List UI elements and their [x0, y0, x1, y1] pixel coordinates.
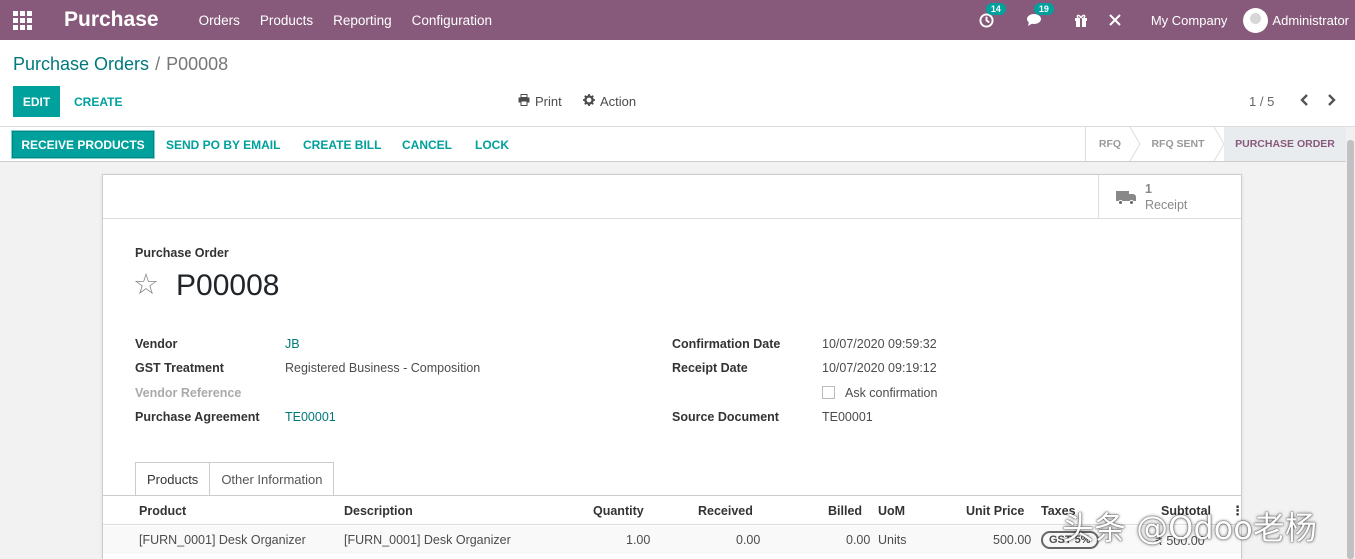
cell-received[interactable]: 0.00: [736, 533, 760, 547]
cell-unit-price[interactable]: 500.00: [993, 533, 1031, 547]
action-label: Action: [600, 94, 637, 109]
cell-quantity[interactable]: 1.00: [626, 533, 650, 547]
create-bill-button[interactable]: CREATE BILL: [303, 131, 381, 158]
receipt-date-value: 10/07/2020 09:19:12: [822, 361, 937, 375]
cell-product[interactable]: [FURN_0001] Desk Organizer: [139, 533, 306, 547]
notebook-tabs: Products Other Information: [135, 462, 335, 496]
breadcrumb-purchase-orders[interactable]: Purchase Orders: [13, 54, 149, 74]
tab-other-information[interactable]: Other Information: [209, 462, 335, 496]
breadcrumb-separator: /: [155, 54, 161, 74]
receipt-smart-button[interactable]: 1 Receipt: [1098, 175, 1241, 219]
order-reference: P00008: [176, 269, 280, 302]
print-icon: [518, 94, 530, 109]
confirmation-date-value: 10/07/2020 09:59:32: [822, 337, 937, 351]
apps-menu-icon[interactable]: [0, 0, 44, 40]
form-sheet: 1 Receipt Purchase Order ☆ P00008 Vendor…: [102, 174, 1244, 559]
page-scrollbar-thumb[interactable]: [1347, 140, 1354, 559]
cell-uom[interactable]: Units: [878, 533, 906, 547]
watermark-text: 头条 @Odoo老杨: [1062, 509, 1317, 547]
smart-button-box: 1 Receipt: [103, 175, 1241, 219]
edit-button[interactable]: EDIT: [13, 86, 60, 117]
receipt-date-label: Receipt Date: [672, 361, 748, 375]
breadcrumb-current: P00008: [166, 54, 229, 74]
lock-button[interactable]: LOCK: [475, 131, 509, 158]
pager-next-icon[interactable]: [1326, 91, 1338, 112]
cell-billed[interactable]: 0.00: [846, 533, 870, 547]
truck-icon: [1116, 189, 1136, 205]
source-document-label: Source Document: [672, 410, 779, 424]
priority-star-icon[interactable]: ☆: [133, 270, 159, 300]
cancel-button[interactable]: CANCEL: [402, 131, 452, 158]
receive-products-button[interactable]: RECEIVE PRODUCTS: [12, 131, 154, 158]
gear-icon: [583, 94, 595, 109]
column-uom[interactable]: UoM: [878, 504, 905, 518]
control-panel: Purchase Orders / P00008 EDIT CREATE Print…: [0, 40, 1355, 127]
menu-products[interactable]: Products: [260, 13, 313, 28]
column-description[interactable]: Description: [344, 504, 413, 518]
confirmation-date-label: Confirmation Date: [672, 337, 781, 351]
create-button[interactable]: CREATE: [74, 86, 122, 117]
gst-treatment-value: Registered Business - Composition: [285, 361, 481, 375]
gst-treatment-label: GST Treatment: [135, 361, 224, 375]
receipt-label: Receipt: [1145, 198, 1188, 212]
user-menu[interactable]: Administrator: [1272, 13, 1349, 28]
receipt-count: 1: [1145, 182, 1152, 196]
gift-icon[interactable]: [1071, 10, 1091, 30]
activity-count-badge: 14: [985, 3, 1006, 15]
menu-configuration[interactable]: Configuration: [412, 13, 492, 28]
messages-chat-icon[interactable]: 19: [1025, 3, 1054, 30]
purchase-agreement-label: Purchase Agreement: [135, 410, 260, 424]
app-title[interactable]: Purchase: [64, 8, 159, 32]
pager-value[interactable]: 1 / 5: [1249, 94, 1274, 109]
ask-confirmation-checkbox[interactable]: [822, 386, 835, 399]
vendor-label: Vendor: [135, 337, 178, 351]
action-button[interactable]: Action: [583, 94, 636, 109]
pager-previous-icon[interactable]: [1298, 91, 1310, 112]
debug-tools-icon[interactable]: [1105, 10, 1125, 30]
form-statusbar: RECEIVE PRODUCTS SEND PO BY EMAIL CREATE…: [0, 127, 1355, 162]
ask-confirmation-label: Ask confirmation: [845, 386, 938, 400]
messages-count-badge: 19: [1033, 3, 1054, 15]
print-label: Print: [535, 94, 562, 109]
tab-products[interactable]: Products: [135, 462, 211, 496]
top-navbar: Purchase Orders Products Reporting Confi…: [0, 0, 1355, 40]
stage-rfq[interactable]: RFQ: [1086, 127, 1134, 161]
purchase-agreement-value[interactable]: TE00001: [285, 410, 336, 424]
stage-rfq-sent[interactable]: RFQ SENT: [1140, 127, 1216, 161]
cell-description[interactable]: [FURN_0001] Desk Organizer: [344, 533, 511, 547]
company-switcher[interactable]: My Company: [1151, 13, 1228, 28]
column-received[interactable]: Received: [698, 504, 753, 518]
column-unit-price[interactable]: Unit Price: [966, 504, 1024, 518]
column-billed[interactable]: Billed: [828, 504, 862, 518]
print-button[interactable]: Print: [518, 94, 562, 109]
menu-orders[interactable]: Orders: [199, 13, 240, 28]
column-product[interactable]: Product: [139, 504, 186, 518]
vendor-reference-label: Vendor Reference: [135, 386, 242, 400]
stage-purchase-order[interactable]: PURCHASE ORDER: [1224, 127, 1346, 161]
breadcrumb: Purchase Orders / P00008: [13, 54, 228, 75]
user-avatar[interactable]: [1243, 7, 1269, 33]
activity-clock-icon[interactable]: 14: [977, 3, 1006, 30]
document-type-label: Purchase Order: [135, 246, 229, 260]
source-document-value: TE00001: [822, 410, 873, 424]
menu-reporting[interactable]: Reporting: [333, 13, 392, 28]
vendor-value[interactable]: JB: [285, 337, 300, 351]
column-quantity[interactable]: Quantity: [593, 504, 644, 518]
send-po-by-email-button[interactable]: SEND PO BY EMAIL: [166, 131, 280, 158]
